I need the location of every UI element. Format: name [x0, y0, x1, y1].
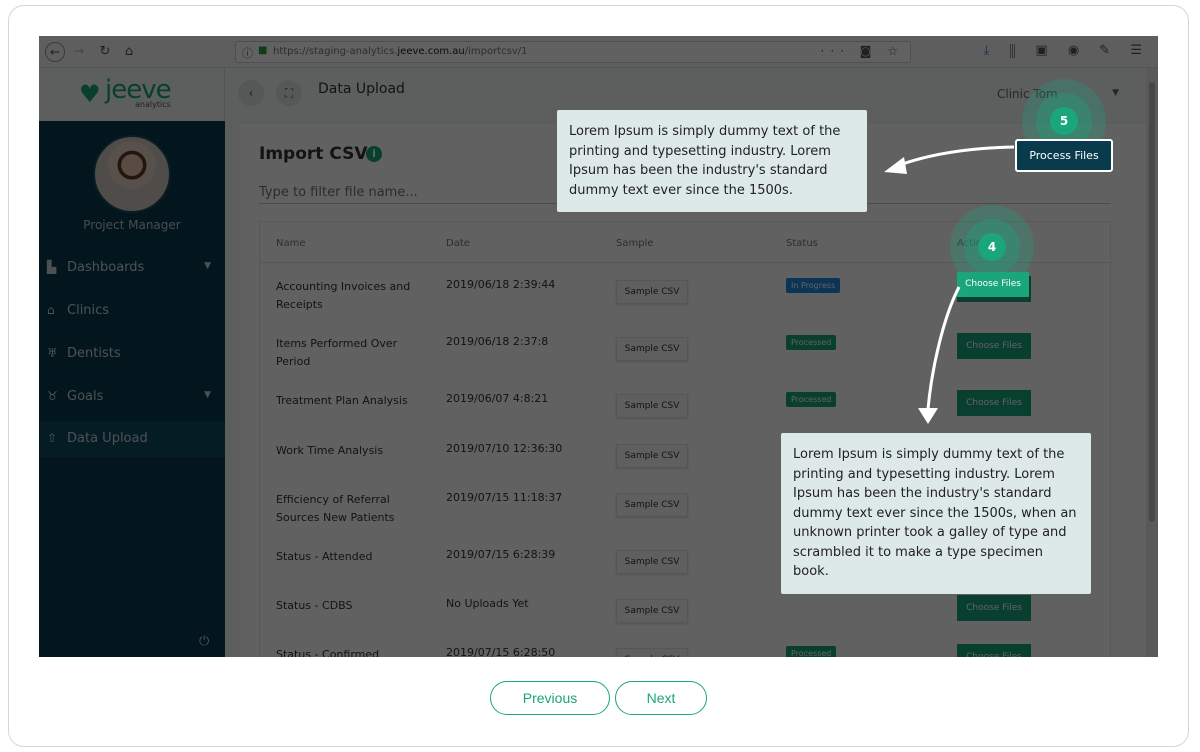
app-screenshot: ← → ↻ ⌂ ⓘ ■ https://staging-analytics.je…	[39, 36, 1158, 657]
next-button[interactable]: Next	[615, 681, 707, 715]
previous-button[interactable]: Previous	[490, 681, 610, 715]
tooltip-process-files: Lorem Ipsum is simply dummy text of the …	[557, 110, 867, 212]
tooltip-choose-files: Lorem Ipsum is simply dummy text of the …	[781, 433, 1091, 594]
